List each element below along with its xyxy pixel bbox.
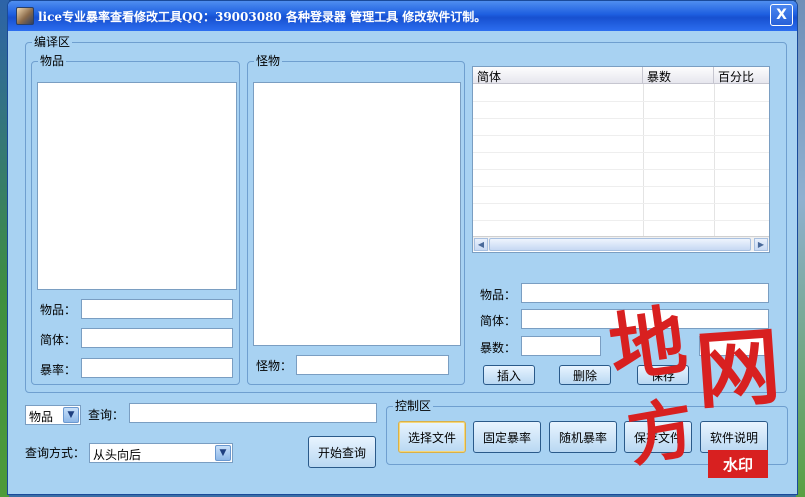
arrow-right-icon[interactable]: ▶: [754, 238, 768, 251]
grid-header-percent[interactable]: 百分比: [714, 67, 769, 84]
grid-row-line: [473, 152, 769, 153]
start-search-button[interactable]: 开始查询: [308, 436, 376, 468]
right-simplified-label: 简体：: [480, 314, 517, 328]
simplified-label: 简体：: [40, 333, 77, 347]
items-group-legend: 物品: [40, 54, 65, 68]
drop-grid[interactable]: 简体 暴数 百分比 ◀ ▶: [472, 66, 770, 253]
watermark-overlay: 地 网 方 水印: [598, 295, 796, 493]
monster-list[interactable]: [253, 82, 461, 346]
select-file-button[interactable]: 选择文件: [398, 421, 466, 453]
rate-label: 暴率：: [40, 363, 77, 377]
query-mode-value: 从头向后: [93, 448, 142, 462]
item-name-field[interactable]: [81, 299, 233, 319]
window-title: lice专业暴率查看修改工具QQ：39003080 各种登录器 管理工具 修改软…: [38, 10, 487, 24]
grid-row-line: [473, 118, 769, 119]
rate-field[interactable]: [81, 358, 233, 378]
simplified-field[interactable]: [81, 328, 233, 348]
grid-row-line: [473, 203, 769, 204]
title-bar[interactable]: lice专业暴率查看修改工具QQ：39003080 各种登录器 管理工具 修改软…: [8, 1, 797, 31]
app-portrait-icon: [16, 7, 34, 25]
right-drops-field[interactable]: [521, 336, 601, 356]
search-type-select[interactable]: 物品 ▼: [25, 405, 81, 425]
fixed-rate-button[interactable]: 固定暴率: [473, 421, 541, 453]
close-button[interactable]: X: [770, 4, 793, 26]
item-label: 物品：: [40, 303, 77, 317]
monster-group-legend: 怪物: [256, 54, 281, 68]
right-item-label: 物品：: [480, 288, 517, 302]
grid-row-line: [473, 101, 769, 102]
query-mode-label: 查询方式：: [25, 446, 86, 460]
edit-area-legend: 编译区: [34, 35, 71, 49]
grid-row-line: [473, 220, 769, 221]
chevron-down-icon[interactable]: ▼: [63, 407, 79, 423]
items-list[interactable]: [37, 82, 237, 290]
monster-field[interactable]: [296, 355, 449, 375]
insert-button[interactable]: 插入: [483, 365, 535, 385]
grid-row-line: [473, 169, 769, 170]
monster-label: 怪物：: [256, 359, 293, 373]
arrow-left-icon[interactable]: ◀: [474, 238, 488, 251]
grid-row-line: [473, 186, 769, 187]
grid-column-line: [714, 84, 715, 236]
query-mode-select[interactable]: 从头向后 ▼: [89, 443, 233, 463]
query-input[interactable]: [129, 403, 377, 423]
search-type-value: 物品: [29, 410, 54, 424]
grid-row-line: [473, 135, 769, 136]
grid-column-line: [643, 84, 644, 236]
watermark-char: 方: [621, 387, 701, 477]
watermark-badge: 水印: [708, 450, 768, 478]
grid-header-drops[interactable]: 暴数: [643, 67, 714, 84]
query-label: 查询：: [88, 408, 125, 422]
watermark-char: 网: [692, 316, 784, 421]
watermark-char: 地: [604, 295, 692, 394]
control-area-legend: 控制区: [395, 399, 432, 413]
scrollbar-thumb[interactable]: [489, 238, 751, 251]
chevron-down-icon[interactable]: ▼: [215, 445, 231, 461]
horizontal-scrollbar[interactable]: ◀ ▶: [473, 236, 769, 251]
grid-header-simplified[interactable]: 简体: [473, 67, 643, 84]
right-drops-label: 暴数：: [480, 341, 517, 355]
